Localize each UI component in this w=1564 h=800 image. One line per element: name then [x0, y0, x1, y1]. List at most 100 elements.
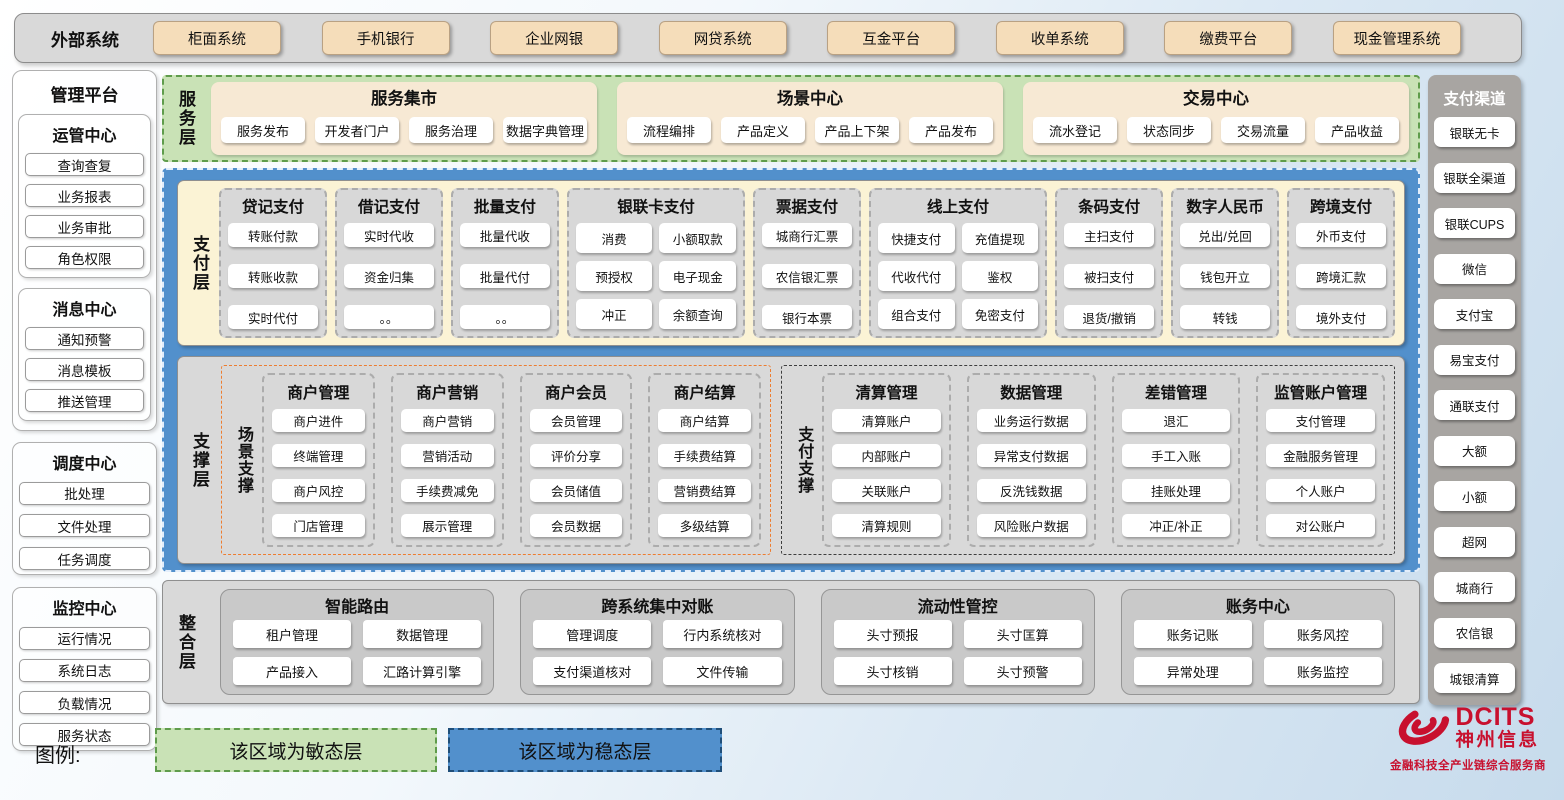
- sidebar-item-button[interactable]: 消息模板: [25, 358, 144, 381]
- payment-channel-button[interactable]: 支付宝: [1434, 299, 1515, 329]
- support-item-button[interactable]: 商户风控: [272, 479, 365, 502]
- payment-channel-button[interactable]: 通联支付: [1434, 390, 1515, 420]
- payment-item-button[interactable]: 城商行汇票: [762, 223, 852, 247]
- payment-item-button[interactable]: 农信银汇票: [762, 264, 852, 288]
- external-system-button[interactable]: 收单系统: [996, 21, 1124, 55]
- support-item-button[interactable]: 会员储值: [530, 479, 623, 502]
- support-item-button[interactable]: 异常支付数据: [977, 444, 1086, 467]
- service-item-button[interactable]: 服务发布: [221, 117, 305, 143]
- payment-item-button[interactable]: 快捷支付: [878, 223, 955, 253]
- sidebar-item-button[interactable]: 运行情况: [19, 627, 150, 650]
- service-item-button[interactable]: 交易流量: [1221, 117, 1305, 143]
- payment-item-button[interactable]: 钱包开立: [1180, 264, 1270, 288]
- support-item-button[interactable]: 关联账户: [832, 479, 941, 502]
- support-item-button[interactable]: 手续费减免: [401, 479, 494, 502]
- service-item-button[interactable]: 产品定义: [721, 117, 805, 143]
- payment-item-button[interactable]: 。。: [460, 305, 550, 329]
- integration-item-button[interactable]: 头寸预警: [964, 657, 1082, 685]
- support-item-button[interactable]: 内部账户: [832, 444, 941, 467]
- payment-item-button[interactable]: 冲正: [576, 299, 653, 329]
- sidebar-item-button[interactable]: 系统日志: [19, 659, 150, 682]
- support-item-button[interactable]: 冲正/补正: [1122, 514, 1231, 537]
- sidebar-item-button[interactable]: 通知预警: [25, 327, 144, 350]
- payment-item-button[interactable]: 转账付款: [228, 223, 318, 247]
- payment-item-button[interactable]: 免密支付: [962, 299, 1039, 329]
- payment-item-button[interactable]: 预授权: [576, 261, 653, 291]
- support-item-button[interactable]: 挂账处理: [1122, 479, 1231, 502]
- integration-item-button[interactable]: 异常处理: [1134, 657, 1252, 685]
- support-item-button[interactable]: 清算账户: [832, 409, 941, 432]
- support-item-button[interactable]: 商户营销: [401, 409, 494, 432]
- payment-item-button[interactable]: 银行本票: [762, 305, 852, 329]
- integration-item-button[interactable]: 账务监控: [1264, 657, 1382, 685]
- support-item-button[interactable]: 反洗钱数据: [977, 479, 1086, 502]
- payment-item-button[interactable]: 鉴权: [962, 261, 1039, 291]
- service-item-button[interactable]: 开发者门户: [315, 117, 399, 143]
- support-item-button[interactable]: 手续费结算: [658, 444, 751, 467]
- service-item-button[interactable]: 流水登记: [1033, 117, 1117, 143]
- payment-item-button[interactable]: 跨境汇款: [1296, 264, 1386, 288]
- payment-channel-button[interactable]: 微信: [1434, 254, 1515, 284]
- payment-channel-button[interactable]: 易宝支付: [1434, 345, 1515, 375]
- payment-item-button[interactable]: 批量代付: [460, 264, 550, 288]
- sidebar-item-button[interactable]: 业务审批: [25, 215, 144, 238]
- payment-item-button[interactable]: 主扫支付: [1064, 223, 1154, 247]
- payment-channel-button[interactable]: 小额: [1434, 481, 1515, 511]
- service-item-button[interactable]: 状态同步: [1127, 117, 1211, 143]
- payment-item-button[interactable]: 境外支付: [1296, 305, 1386, 329]
- service-item-button[interactable]: 流程编排: [627, 117, 711, 143]
- integration-item-button[interactable]: 账务风控: [1264, 620, 1382, 648]
- support-item-button[interactable]: 终端管理: [272, 444, 365, 467]
- payment-channel-button[interactable]: 城银清算: [1434, 663, 1515, 693]
- payment-channel-button[interactable]: 大额: [1434, 436, 1515, 466]
- support-item-button[interactable]: 多级结算: [658, 514, 751, 537]
- support-item-button[interactable]: 会员管理: [530, 409, 623, 432]
- payment-channel-button[interactable]: 农信银: [1434, 618, 1515, 648]
- payment-item-button[interactable]: 。。: [344, 305, 434, 329]
- integration-item-button[interactable]: 文件传输: [663, 657, 781, 685]
- external-system-button[interactable]: 企业网银: [490, 21, 618, 55]
- payment-item-button[interactable]: 电子现金: [659, 261, 736, 291]
- payment-channel-button[interactable]: 银联无卡: [1434, 117, 1515, 147]
- payment-item-button[interactable]: 兑出/兑回: [1180, 223, 1270, 247]
- payment-item-button[interactable]: 资金归集: [344, 264, 434, 288]
- payment-item-button[interactable]: 退货/撤销: [1064, 305, 1154, 329]
- payment-item-button[interactable]: 外币支付: [1296, 223, 1386, 247]
- support-item-button[interactable]: 支付管理: [1266, 409, 1375, 432]
- external-system-button[interactable]: 现金管理系统: [1333, 21, 1461, 55]
- payment-item-button[interactable]: 转账收款: [228, 264, 318, 288]
- sidebar-item-button[interactable]: 业务报表: [25, 184, 144, 207]
- payment-channel-button[interactable]: 银联CUPS: [1434, 208, 1515, 238]
- integration-item-button[interactable]: 头寸匡算: [964, 620, 1082, 648]
- support-item-button[interactable]: 营销活动: [401, 444, 494, 467]
- support-item-button[interactable]: 商户结算: [658, 409, 751, 432]
- integration-item-button[interactable]: 产品接入: [233, 657, 351, 685]
- payment-channel-button[interactable]: 超网: [1434, 527, 1515, 557]
- support-item-button[interactable]: 个人账户: [1266, 479, 1375, 502]
- support-item-button[interactable]: 营销费结算: [658, 479, 751, 502]
- payment-item-button[interactable]: 实时代付: [228, 305, 318, 329]
- external-system-button[interactable]: 网贷系统: [659, 21, 787, 55]
- external-system-button[interactable]: 手机银行: [322, 21, 450, 55]
- integration-item-button[interactable]: 头寸核销: [834, 657, 952, 685]
- payment-item-button[interactable]: 小额取款: [659, 223, 736, 253]
- support-item-button[interactable]: 评价分享: [530, 444, 623, 467]
- sidebar-item-button[interactable]: 角色权限: [25, 246, 144, 269]
- service-item-button[interactable]: 数据字典管理: [503, 117, 587, 143]
- sidebar-item-button[interactable]: 批处理: [19, 482, 150, 505]
- external-system-button[interactable]: 柜面系统: [153, 21, 281, 55]
- payment-channel-button[interactable]: 城商行: [1434, 572, 1515, 602]
- service-item-button[interactable]: 产品收益: [1315, 117, 1399, 143]
- support-item-button[interactable]: 对公账户: [1266, 514, 1375, 537]
- sidebar-item-button[interactable]: 负载情况: [19, 691, 150, 714]
- external-system-button[interactable]: 互金平台: [827, 21, 955, 55]
- sidebar-item-button[interactable]: 查询查复: [25, 153, 144, 176]
- integration-item-button[interactable]: 头寸预报: [834, 620, 952, 648]
- integration-item-button[interactable]: 汇路计算引擎: [363, 657, 481, 685]
- support-item-button[interactable]: 清算规则: [832, 514, 941, 537]
- payment-item-button[interactable]: 充值提现: [962, 223, 1039, 253]
- support-item-button[interactable]: 门店管理: [272, 514, 365, 537]
- sidebar-item-button[interactable]: 任务调度: [19, 547, 150, 570]
- payment-item-button[interactable]: 余额查询: [659, 299, 736, 329]
- support-item-button[interactable]: 风险账户数据: [977, 514, 1086, 537]
